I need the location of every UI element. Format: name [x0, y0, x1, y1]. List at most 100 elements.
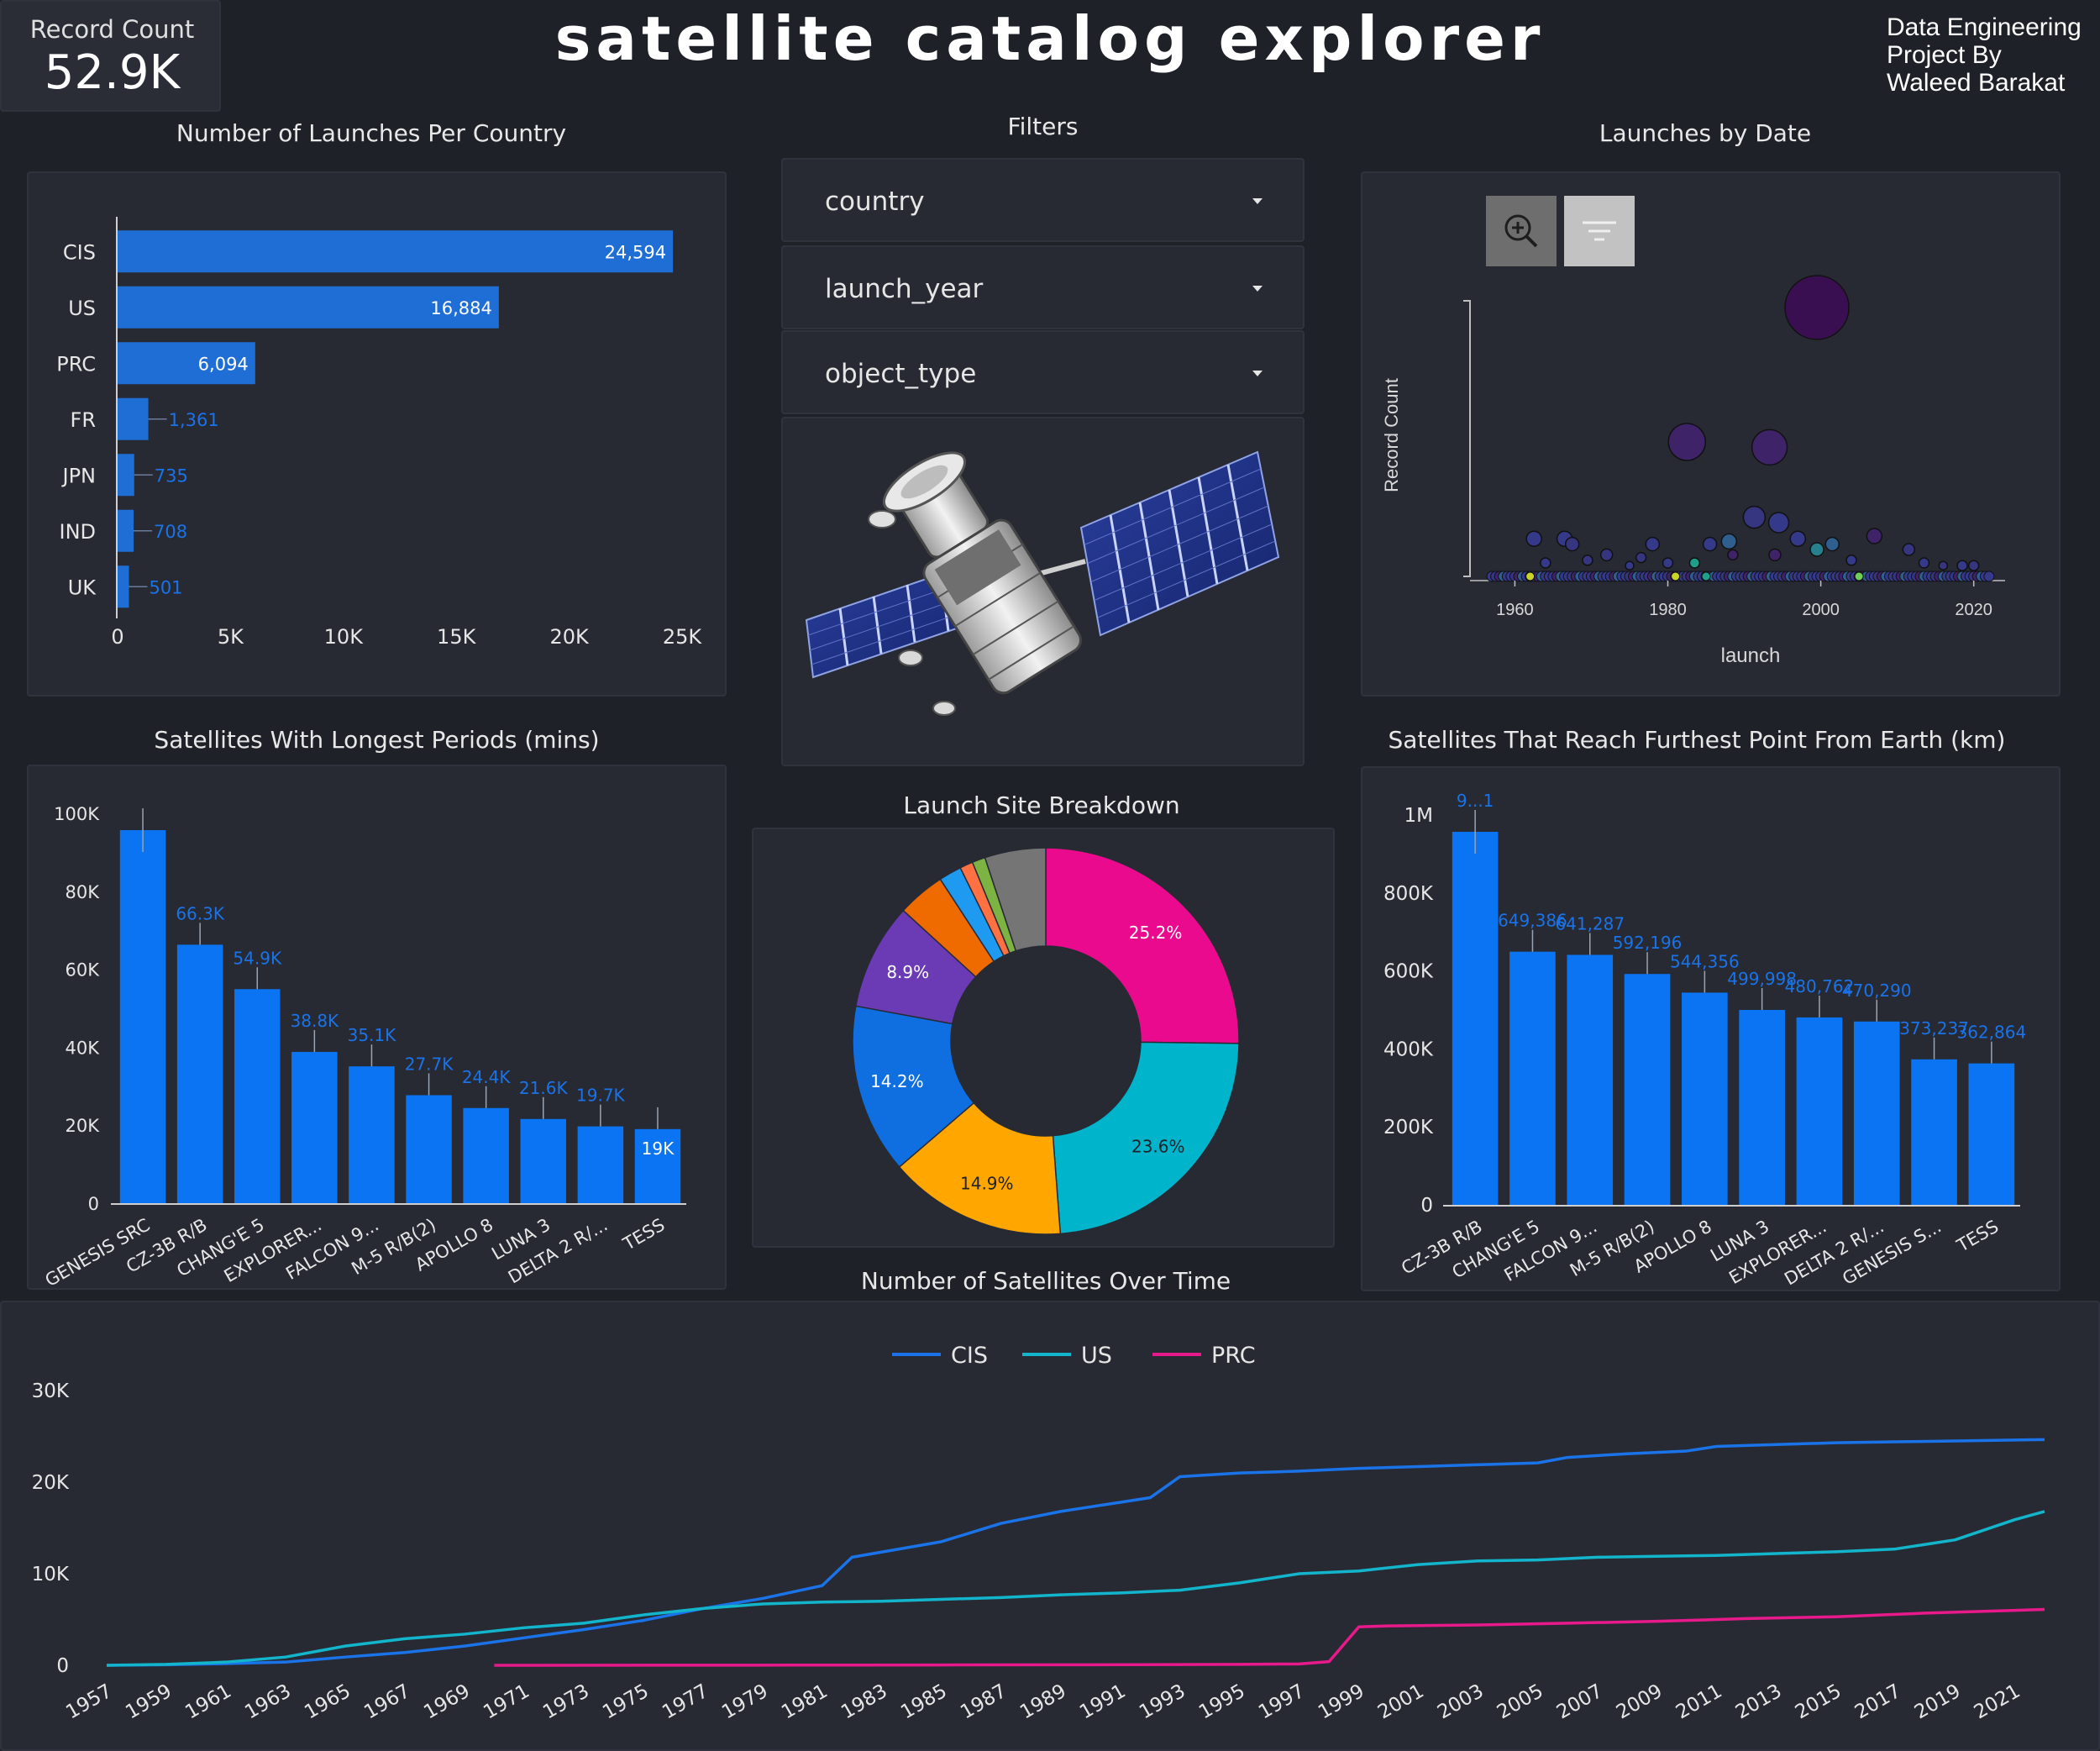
- data-point: [1956, 560, 1968, 571]
- x-tick-label: 2007: [1553, 1680, 1607, 1724]
- data-label: 19.7K: [576, 1086, 626, 1106]
- x-tick-label: 1959: [122, 1680, 176, 1724]
- y-tick-label: 1M: [1404, 805, 1433, 827]
- data-label: 24,594: [605, 242, 666, 262]
- category-label: JPN: [60, 464, 96, 487]
- series-line: [106, 1438, 2045, 1667]
- x-tick-label: 2001: [1374, 1680, 1428, 1724]
- bar: [349, 1066, 395, 1203]
- x-tick-label: 2021: [1971, 1680, 2024, 1724]
- x-tick-label: 2015: [1792, 1680, 1845, 1724]
- y-tick-label: 100K: [54, 804, 100, 824]
- data-label: 21.6K: [519, 1078, 569, 1098]
- bar: [118, 509, 134, 552]
- x-tick-label: 1975: [599, 1680, 653, 1724]
- launches-per-country-panel: CIS 24,594 US 16,884 PRC 6,094 FR 1,361 JPN 735 IN…: [27, 171, 727, 697]
- satellite-illustration: [805, 450, 1280, 716]
- category-label: IND: [59, 520, 96, 544]
- data-point: [1866, 528, 1883, 544]
- object-type-filter[interactable]: object_type: [781, 330, 1305, 414]
- bar: [577, 1126, 624, 1203]
- y-tick-label: 20K: [32, 1472, 70, 1494]
- x-tick-label: 1963: [241, 1680, 295, 1724]
- longest-periods-panel: 0 20K 40K 60K 80K 100K GENESIS SRC 66.3K CZ-3B R…: [27, 765, 727, 1291]
- pie-slice: [1045, 847, 1240, 1044]
- x-tick-label: 1989: [1016, 1680, 1070, 1724]
- data-point: [1751, 429, 1788, 466]
- x-tick-label: 1965: [301, 1680, 354, 1724]
- slice-label: 8.9%: [886, 962, 929, 982]
- series-line: [494, 1607, 2045, 1667]
- data-point: [1983, 571, 1995, 582]
- data-label: 54.9K: [233, 948, 282, 968]
- data-point: [1540, 557, 1551, 569]
- data-label: 38.8K: [291, 1011, 340, 1031]
- data-point: [1768, 548, 1782, 562]
- launch-site-title: Launch Site Breakdown: [903, 791, 1180, 819]
- longest-periods-chart: 020K40K60K80K100KGENESIS SRC66.3KCZ-3B R…: [42, 804, 686, 1291]
- data-label: 19K: [642, 1138, 675, 1159]
- bar: [1911, 1059, 1957, 1205]
- data-point: [1742, 505, 1767, 529]
- bar: [119, 830, 166, 1203]
- chevron-down-icon[interactable]: [1252, 371, 1263, 376]
- data-point: [1525, 571, 1536, 581]
- x-tick-label: 1977: [659, 1680, 712, 1724]
- data-label: 9...1: [1457, 791, 1494, 811]
- y-tick-label: 200K: [1383, 1117, 1434, 1138]
- data-point: [1625, 560, 1635, 571]
- launches-by-date-title: Launches by Date: [1599, 119, 1812, 147]
- data-label: 641,287: [1555, 913, 1625, 933]
- x-tick-label: TESS: [1953, 1217, 2003, 1257]
- x-tick-label: 15K: [437, 625, 477, 649]
- furthest-point-title: Satellites That Reach Furthest Point Fro…: [1388, 726, 2006, 754]
- bar: [291, 1051, 338, 1203]
- x-tick-label: 1991: [1076, 1680, 1130, 1724]
- data-point: [1967, 560, 1980, 571]
- credits-line: Project By: [1887, 41, 2002, 69]
- category-label: PRC: [56, 352, 96, 376]
- slice-label: 25.2%: [1129, 923, 1183, 943]
- credits-line: Data Engineering: [1887, 13, 2082, 41]
- chevron-down-icon[interactable]: [1252, 198, 1263, 204]
- bar: [1509, 951, 1556, 1205]
- data-point: [1902, 543, 1916, 556]
- y-tick-label: 20K: [66, 1116, 101, 1136]
- bar: [1452, 832, 1499, 1205]
- x-tick-label: 1993: [1136, 1680, 1189, 1724]
- slice-label: 14.2%: [870, 1071, 924, 1091]
- x-tick-label: 1961: [181, 1680, 235, 1724]
- data-point: [1845, 555, 1857, 566]
- satellite-body: [868, 451, 1086, 716]
- data-label: 35.1K: [348, 1025, 397, 1045]
- satellites-over-time-chart: 010K20K30K1957 1959 1961 1963 1965 1967 1969 19…: [32, 1343, 2045, 1724]
- bar: [118, 397, 149, 440]
- x-tick-label: 1997: [1255, 1680, 1309, 1724]
- category-label: US: [68, 297, 96, 320]
- launch-site-chart: 25.2% 23.6% 14.9% 14.2% 8.9%: [852, 847, 1240, 1235]
- launch-year-filter[interactable]: launch_year: [781, 245, 1305, 329]
- chevron-down-icon[interactable]: [1252, 286, 1263, 292]
- legend-label: US: [1081, 1343, 1112, 1369]
- x-tick-label: 1979: [718, 1680, 772, 1724]
- bar: [1739, 1010, 1785, 1205]
- credits: Data Engineering Project By Waleed Barak…: [1887, 13, 2082, 97]
- x-tick-label: 1980: [1649, 601, 1687, 619]
- country-filter[interactable]: country: [781, 158, 1305, 242]
- x-tick-label: 2005: [1494, 1680, 1547, 1724]
- category-label: UK: [68, 576, 97, 599]
- y-axis-label: Record Count: [1381, 378, 1402, 492]
- satellites-over-time-title: Number of Satellites Over Time: [860, 1267, 1231, 1295]
- data-point: [1784, 275, 1850, 340]
- x-tick-label: 1999: [1315, 1680, 1368, 1724]
- data-label: 6,094: [198, 354, 249, 374]
- x-tick-label: 20K: [549, 625, 590, 649]
- x-tick-label: 2019: [1911, 1680, 1965, 1724]
- filters-title: Filters: [1007, 113, 1079, 140]
- legend-label: CIS: [951, 1343, 988, 1369]
- data-label: 592,196: [1613, 933, 1683, 953]
- data-point: [1720, 533, 1738, 550]
- y-tick-label: 80K: [66, 882, 101, 902]
- slice-label: 23.6%: [1131, 1137, 1185, 1157]
- data-point: [1918, 557, 1930, 569]
